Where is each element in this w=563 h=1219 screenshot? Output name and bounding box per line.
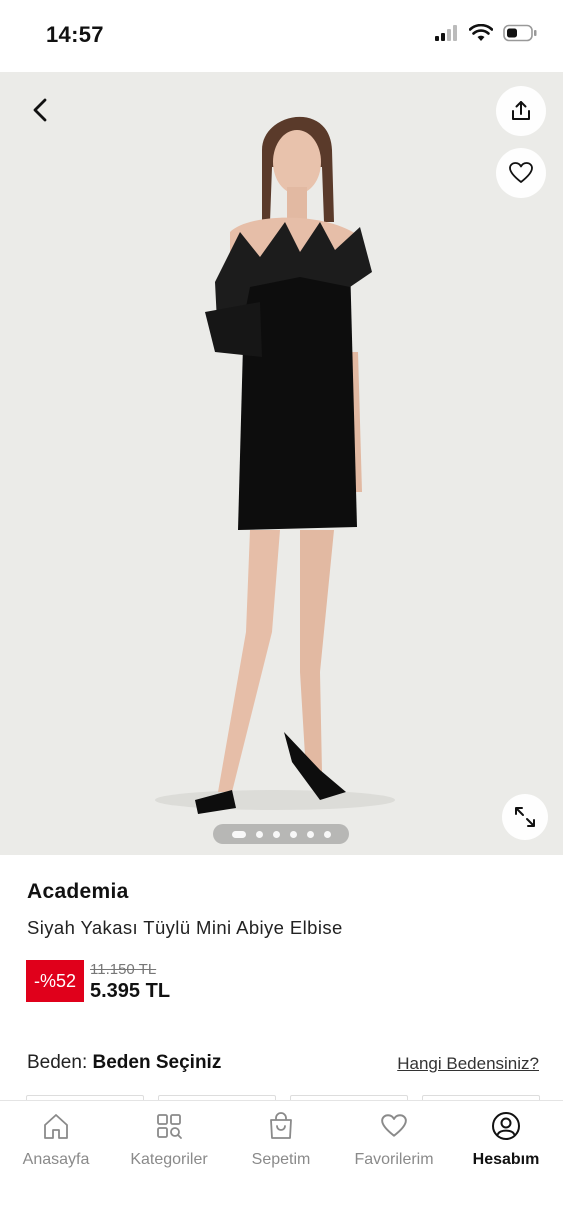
status-icons — [435, 24, 537, 42]
discount-badge: -%52 — [26, 960, 84, 1002]
nav-label: Sepetim — [251, 1151, 311, 1168]
back-button[interactable] — [24, 94, 56, 126]
old-price: 11.150 TL — [90, 961, 157, 978]
share-icon — [512, 101, 530, 120]
size-value: Beden Seçiniz — [92, 1052, 222, 1073]
gallery-pagination[interactable] — [213, 824, 349, 844]
size-label: Beden: — [27, 1052, 88, 1073]
gallery-dot[interactable] — [255, 830, 263, 838]
size-selector-label: Beden: Beden Seçiniz — [27, 1052, 221, 1074]
product-photo — [0, 72, 563, 855]
nav-label: Anasayfa — [22, 1151, 90, 1168]
bag-icon — [270, 1112, 292, 1139]
nav-item-favorites[interactable]: Favorilerim — [338, 1101, 450, 1191]
cellular-signal-icon — [435, 25, 457, 41]
favorite-button[interactable] — [496, 148, 546, 198]
status-bar: 14:57 — [0, 0, 563, 72]
wifi-icon — [469, 24, 493, 41]
bottom-navigation: Anasayfa Kategoriler Sepetim Favorilerim… — [0, 1100, 563, 1219]
expand-icon — [515, 807, 535, 827]
categories-icon — [157, 1114, 182, 1139]
product-image-gallery[interactable] — [0, 72, 563, 855]
nav-label: Favorilerim — [354, 1151, 434, 1168]
nav-item-home[interactable]: Anasayfa — [0, 1101, 112, 1191]
nav-item-categories[interactable]: Kategoriler — [113, 1101, 225, 1191]
gallery-dot[interactable] — [306, 830, 314, 838]
gallery-dot[interactable] — [231, 830, 246, 838]
heart-icon — [509, 162, 533, 183]
battery-icon — [503, 24, 537, 42]
share-button[interactable] — [496, 86, 546, 136]
heart-icon — [381, 1114, 407, 1137]
gallery-dot[interactable] — [289, 830, 297, 838]
brand-name[interactable]: Academia — [27, 880, 129, 904]
nav-item-cart[interactable]: Sepetim — [225, 1101, 337, 1191]
nav-label: Hesabım — [472, 1151, 540, 1168]
product-name: Siyah Yakası Tüylü Mini Abiye Elbise — [27, 917, 343, 938]
nav-label: Kategoriler — [130, 1151, 208, 1168]
gallery-dot[interactable] — [272, 830, 280, 838]
current-price: 5.395 TL — [90, 980, 171, 1002]
home-icon — [44, 1114, 68, 1139]
status-time: 14:57 — [46, 22, 104, 47]
expand-button[interactable] — [502, 794, 548, 840]
nav-item-account[interactable]: Hesabım — [450, 1101, 562, 1191]
size-guide-link[interactable]: Hangi Bedensiniz? — [397, 1054, 539, 1074]
gallery-dot[interactable] — [323, 830, 331, 838]
back-chevron-icon — [33, 98, 47, 122]
account-icon — [492, 1112, 520, 1140]
